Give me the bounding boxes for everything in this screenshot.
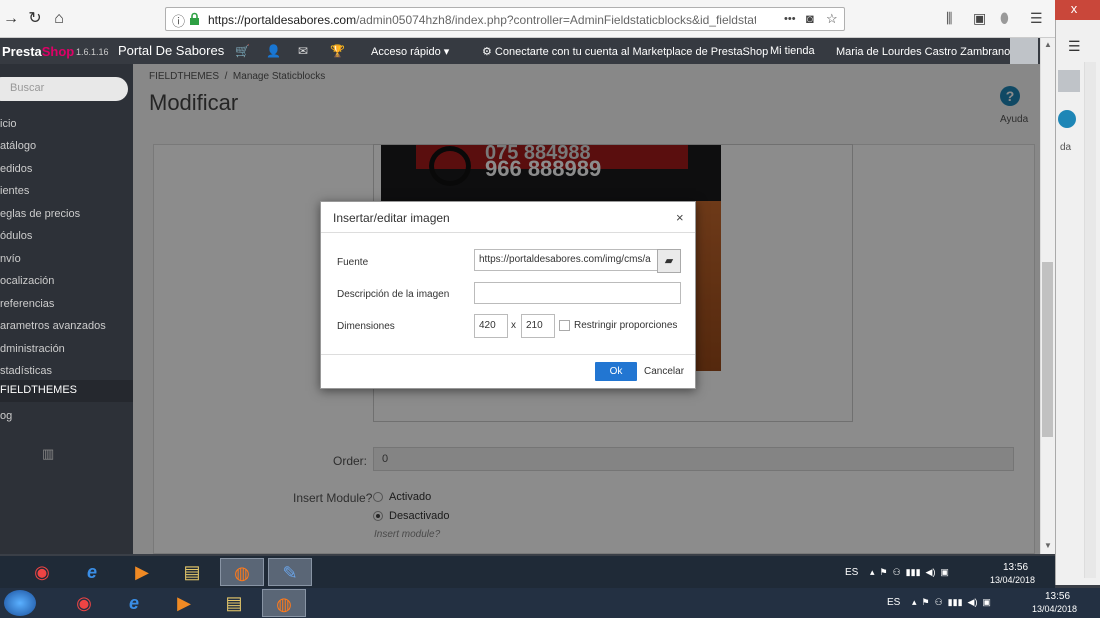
language-indicator[interactable]: ES [887,597,900,608]
dimensions-label: Dimensiones [337,321,395,332]
my-store-link[interactable]: Mi tienda [770,45,815,57]
sidebar-item-localizacion[interactable]: ocalización [0,271,133,293]
clock-time[interactable]: 13:56 [1045,591,1070,602]
folder-icon: ▰ [664,255,674,267]
home-icon[interactable]: ⌂ [48,8,70,30]
pocket-icon[interactable]: ◙ [806,11,814,26]
trophy-icon[interactable]: 🏆 [330,44,345,58]
lock-icon [190,12,199,25]
chrome-icon[interactable]: ◉ [20,558,64,586]
ie-icon[interactable]: e [112,589,156,617]
constrain-checkbox[interactable] [559,320,570,331]
insert-image-dialog: Insertar/editar imagen × Fuente https://… [320,201,696,389]
language-indicator[interactable]: ES [845,567,858,578]
sidebar-item-envio[interactable]: nvío [0,249,133,271]
avatar[interactable] [1010,38,1038,64]
cancel-button[interactable]: Cancelar [644,366,684,377]
sidebar-item-fieldthemes[interactable]: FIELDTHEMES [0,380,133,402]
media-player-icon[interactable]: ▶ [120,558,164,586]
constrain-label[interactable]: Restringir proporciones [574,320,677,331]
bookmark-star-icon[interactable]: ☆ [826,11,838,27]
taskbar-outer: ◉ e ▶ ▤ ◍ ES ▴ ⚑ ⚇ ▮▮▮ ◀) ▣ 13:56 13/04/… [0,588,1100,618]
help-icon [1058,110,1076,128]
reload-icon[interactable]: ↻ [24,8,46,30]
version-label: 1.6.1.16 [76,47,109,57]
close-window-button[interactable]: x [1048,0,1100,20]
forward-icon[interactable]: → [0,8,22,30]
dimension-separator: x [511,320,516,331]
marketplace-link[interactable]: ⚙ Conectarte con tu cuenta al Marketplac… [482,45,768,58]
divider [321,232,695,233]
cart-icon[interactable]: 🛒 [235,44,250,58]
explorer-icon[interactable]: ▤ [212,589,256,617]
media-player-icon[interactable]: ▶ [162,589,206,617]
collapse-sidebar-icon[interactable]: ▥ [42,446,54,462]
description-input[interactable] [474,282,681,304]
sidebar-icon[interactable]: ▣ [973,10,986,27]
user-icon[interactable]: 👤 [266,44,281,58]
explorer-icon[interactable]: ▤ [170,558,214,586]
scrollbar-thumb[interactable] [1042,262,1053,437]
bg-help-label: da [1060,142,1072,153]
shop-name[interactable]: Portal De Sabores [118,43,224,58]
firefox-icon[interactable]: ◍ [220,558,264,586]
divider [321,354,695,355]
source-input[interactable]: https://portaldesabores.com/img/cms/a [474,249,658,271]
sidebar-item-modulos[interactable]: ódulos [0,226,133,248]
sidebar-item-reglas[interactable]: eglas de precios [0,204,133,226]
bg-scrollbar[interactable] [1084,62,1096,578]
dialog-title: Insertar/editar imagen [333,211,450,225]
clock-date[interactable]: 13/04/2018 [990,575,1035,585]
more-actions-icon[interactable]: ••• [784,13,796,25]
taskbar-inner: ◉ e ▶ ▤ ◍ ✎ ES ▴ ⚑ ⚇ ▮▮▮ ◀) ▣ 13:56 13/0… [0,556,1055,588]
shield-icon[interactable]: ⬮ [1000,10,1009,27]
width-input[interactable]: 420 [474,314,508,338]
sidebar-item-preferencias[interactable]: referencias [0,294,133,316]
close-icon[interactable]: × [676,210,684,225]
source-label: Fuente [337,257,369,268]
avatar-icon [1058,70,1080,92]
library-icon[interactable]: ⫼ [946,10,952,27]
browse-folder-button[interactable]: ▰ [657,249,681,273]
url-bar[interactable]: ⓘ https://portaldesabores.com/admin05074… [165,7,845,31]
search-input[interactable]: Buscar [0,77,128,101]
sidebar-item-administracion[interactable]: dministración [0,339,133,361]
prestashop-logo[interactable]: PrestaShop [2,44,74,59]
browser-toolbar: → ↻ ⌂ ⓘ https://portaldesabores.com/admi… [0,0,1055,38]
quick-access-menu[interactable]: Acceso rápido ▾ [371,45,449,58]
sidebar-item-parametros[interactable]: arametros avanzados [0,316,133,338]
user-menu[interactable]: Maria de Lourdes Castro Zambrano ▾ [836,45,1019,58]
scroll-up-icon[interactable]: ▲ [1044,40,1052,49]
background-window: ☰ da [1055,0,1100,585]
scroll-down-icon[interactable]: ▼ [1044,541,1052,550]
tray-icons[interactable]: ▴ ⚑ ⚇ ▮▮▮ ◀) ▣ [870,567,949,578]
sidebar-item-clientes[interactable]: ientes [0,181,133,203]
mail-icon[interactable]: ✉ [298,44,308,58]
info-icon[interactable]: ⓘ [172,11,185,30]
description-label: Descripción de la imagen [337,289,450,300]
paint-icon[interactable]: ✎ [268,558,312,586]
sidebar-item-pedidos[interactable]: edidos [0,159,133,181]
url-text: https://portaldesabores.com/admin05074hz… [208,13,756,27]
tray-icons[interactable]: ▴ ⚑ ⚇ ▮▮▮ ◀) ▣ [912,597,991,608]
menu-icon[interactable]: ☰ [1068,38,1081,55]
sidebar-item-inicio[interactable]: icio [0,114,133,136]
clock-date[interactable]: 13/04/2018 [1032,604,1077,614]
sidebar-item-blog[interactable]: og [0,406,133,428]
ie-icon[interactable]: e [70,558,114,586]
admin-header: PrestaShop 1.6.1.16 Portal De Sabores 🛒 … [0,38,1040,64]
menu-icon[interactable]: ☰ [1030,10,1043,27]
height-input[interactable]: 210 [521,314,555,338]
chrome-icon[interactable]: ◉ [62,589,106,617]
sidebar: Buscar icio atálogo edidos ientes eglas … [0,64,133,554]
start-button[interactable] [4,590,36,616]
firefox-icon[interactable]: ◍ [262,589,306,617]
clock-time[interactable]: 13:56 [1003,562,1028,573]
ok-button[interactable]: Ok [595,362,637,381]
sidebar-item-catalogo[interactable]: atálogo [0,136,133,158]
